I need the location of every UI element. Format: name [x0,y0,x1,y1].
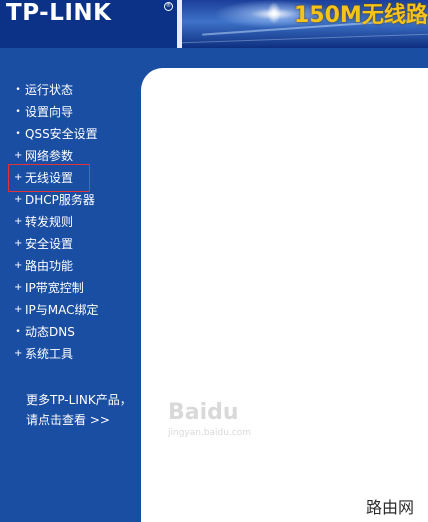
sidebar-item-label: 转发规则 [25,215,74,229]
sidebar-item-label: 网络参数 [25,149,74,163]
sidebar-item-label: QSS安全设置 [25,127,98,141]
sidebar-item-label: 运行状态 [25,83,74,97]
more-products-promo: 更多TP-LINK产品， 请点击查看 >> [26,390,136,430]
main-content-panel [141,68,428,522]
registered-mark-icon: ® [164,2,173,11]
expand-plus-icon: + [14,216,23,227]
product-title: 150M无线路 [294,3,428,28]
more-products-link[interactable]: 请点击查看 >> [26,410,136,430]
bullet-icon: • [15,327,21,337]
more-products-text: 更多TP-LINK产品， [26,393,132,407]
sidebar-item-forwarding[interactable]: + 转发规则 [14,212,73,232]
sidebar-item-label: 系统工具 [25,347,74,361]
site-badge: 路由网 [366,498,415,517]
sidebar-item-bandwidth[interactable]: + IP带宽控制 [14,278,84,298]
banner-spark-icon [267,2,281,24]
sidebar-item-label: 路由功能 [25,259,74,273]
watermark-url: jingyan.baidu.com [168,428,252,438]
expand-plus-icon: + [14,194,23,205]
sidebar-item-dhcp[interactable]: + DHCP服务器 [14,190,95,210]
expand-plus-icon: + [14,150,23,161]
sidebar-item-label: IP与MAC绑定 [25,303,99,317]
sidebar-item-wireless[interactable]: + 无线设置 [14,168,73,188]
sidebar-item-routing[interactable]: + 路由功能 [14,256,73,276]
sidebar-item-label: 设置向导 [25,105,74,119]
sidebar-item-status[interactable]: • 运行状态 [14,80,73,100]
tp-link-logo: TP-LINK [6,0,112,26]
sidebar-item-security[interactable]: + 安全设置 [14,234,73,254]
sidebar-item-network[interactable]: + 网络参数 [14,146,73,166]
expand-plus-icon: + [14,304,23,315]
bullet-icon: • [15,107,21,117]
baidu-watermark: Baidu [168,400,239,425]
sidebar-item-setup-wizard[interactable]: • 设置向导 [14,102,73,122]
expand-plus-icon: + [14,348,23,359]
sidebar-item-system-tools[interactable]: + 系统工具 [14,344,73,364]
sidebar-item-ip-mac-binding[interactable]: + IP与MAC绑定 [14,300,99,320]
sidebar-item-label: 安全设置 [25,237,74,251]
bullet-icon: • [15,129,21,139]
sidebar-item-label: 无线设置 [25,171,74,185]
expand-plus-icon: + [14,172,23,183]
expand-plus-icon: + [14,238,23,249]
bullet-icon: • [15,85,21,95]
sidebar-item-ddns[interactable]: • 动态DNS [14,322,75,342]
sidebar-item-label: DHCP服务器 [25,193,95,207]
sidebar-item-label: 动态DNS [25,325,75,339]
header-banner: TP-LINK ® 150M无线路 [0,0,428,48]
sidebar-item-label: IP带宽控制 [25,281,84,295]
sidebar-item-qss[interactable]: • QSS安全设置 [14,124,98,144]
banner-graphic: 150M无线路 [182,0,428,48]
header-strip [0,48,428,66]
banner-light-streak [182,33,428,44]
expand-plus-icon: + [14,260,23,271]
expand-plus-icon: + [14,282,23,293]
sidebar-nav: • 运行状态 • 设置向导 • QSS安全设置 + 网络参数 + 无线设置 + DHCP服务… [0,66,140,522]
